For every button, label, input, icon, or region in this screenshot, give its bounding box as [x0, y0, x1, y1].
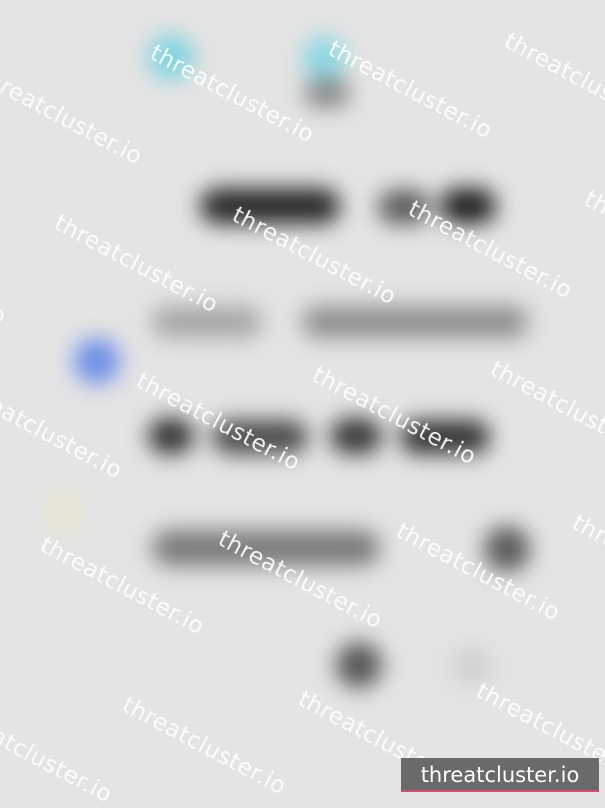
faint-yellow-dot [44, 492, 84, 532]
blurred-screen-content [0, 0, 605, 798]
brand-badge: threatcluster.io [401, 758, 599, 792]
bar-row-3-c [330, 418, 382, 454]
bar-row-2-a [152, 306, 262, 338]
blue-avatar [74, 338, 120, 384]
bar-row-3-b [212, 420, 308, 454]
teal-avatar-left [148, 34, 194, 80]
bar-row-3-a [148, 418, 194, 454]
bar-row-4-a [152, 530, 380, 566]
dark-smudge-top [304, 78, 350, 108]
bottom-dark-dot [336, 642, 382, 688]
bar-row-2-b [302, 306, 528, 338]
bar-row-1-b [378, 190, 430, 224]
row-4-round [484, 526, 530, 572]
bar-row-1-a [200, 188, 340, 224]
bar-row-1-c [440, 188, 496, 224]
bar-row-3-d [400, 420, 490, 454]
bottom-light-dot [452, 646, 492, 686]
teal-avatar-right [302, 36, 346, 80]
